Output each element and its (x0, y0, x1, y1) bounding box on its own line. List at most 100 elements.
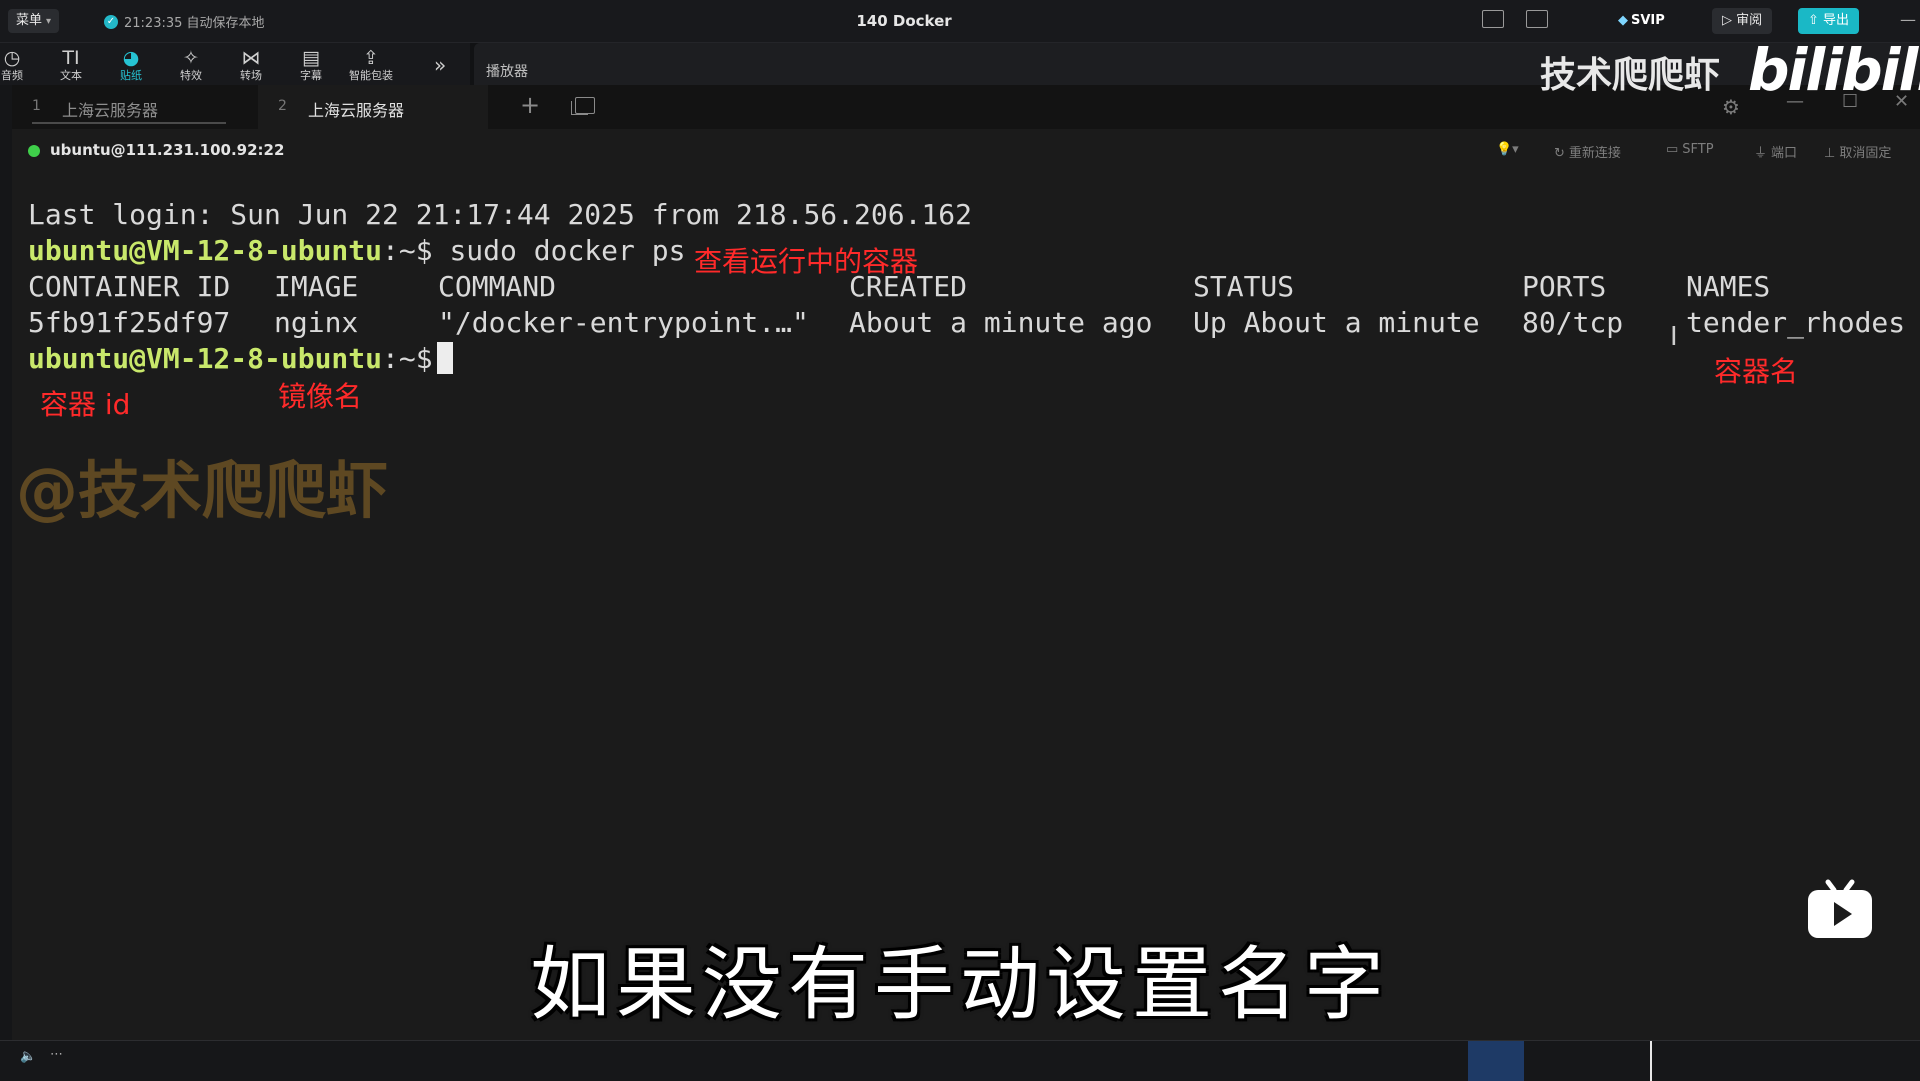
timeline-strip: 🔈 ⋯ (0, 1040, 1920, 1081)
unpin-button[interactable]: ⊥ 取消固定 (1824, 142, 1891, 161)
export-label: 导出 (1823, 13, 1850, 28)
gear-icon[interactable]: ⚙ (1722, 95, 1740, 119)
prompt-tail: :~$ (382, 234, 433, 267)
editor-tool-row: ◷ 音频 TI 文本 ◕ 贴纸 ✧ 特效 ⋈ 转场 ▤ 字幕 ⇪ 智能包装 » (0, 43, 470, 85)
connected-status-icon (28, 145, 40, 157)
svip-badge[interactable]: ◆ SVIP (1610, 9, 1673, 33)
tool-text[interactable]: TI 文本 (47, 47, 95, 83)
annotation-container-id: 容器 id (40, 388, 131, 421)
folder-icon: ▭ (1666, 142, 1679, 157)
timeline-clip[interactable] (1468, 1041, 1524, 1081)
header-container-id: CONTAINER ID (28, 270, 231, 303)
prompt-user: ubuntu@VM-12-8-ubuntu (28, 342, 383, 375)
cell-created: About a minute ago (849, 306, 1153, 339)
cell-image: nginx (274, 306, 359, 339)
prompt-user: ubuntu@VM-12-8-ubuntu (28, 234, 383, 267)
left-panel-strip (0, 85, 12, 1040)
tab-name: 上海云服务器 (308, 101, 405, 120)
lightbulb-icon[interactable]: 💡▾ (1496, 142, 1519, 157)
text-cursor (436, 342, 453, 374)
timeline-playhead[interactable] (1650, 1041, 1652, 1081)
text-icon: TI (62, 47, 80, 69)
annotation-image: 镜像名 (278, 380, 363, 413)
upload-icon: ⇧ (1808, 13, 1824, 28)
tool-caption[interactable]: ▤ 字幕 (287, 47, 335, 83)
header-ports: PORTS (1522, 270, 1607, 303)
add-tab-icon[interactable]: + (520, 91, 540, 119)
tab-underline (32, 122, 226, 124)
tool-transition[interactable]: ⋈ 转场 (227, 47, 275, 83)
more-options-icon[interactable]: ⋯ (50, 1047, 63, 1062)
tool-label: 音频 (1, 69, 23, 82)
tool-label: 文本 (60, 69, 82, 82)
tool-effects[interactable]: ✧ 特效 (167, 47, 215, 83)
window-minimize-button[interactable]: — (1900, 10, 1916, 29)
port-button[interactable]: ⏚ 端口 (1754, 142, 1797, 161)
export-button[interactable]: ⇧ 导出 (1798, 8, 1860, 34)
header-image: IMAGE (274, 270, 359, 303)
subtitle-layout-icon[interactable] (1482, 10, 1504, 28)
tool-label: 字幕 (300, 69, 322, 82)
player-label: 播放器 (486, 64, 528, 80)
more-tools-icon[interactable]: » (434, 53, 446, 77)
port-label: 端口 (1771, 146, 1798, 161)
review-icon: ▷ (1722, 13, 1737, 28)
smart-package-icon: ⇪ (363, 47, 379, 69)
unpin-label: 取消固定 (1839, 146, 1892, 161)
tool-label: 智能包装 (349, 69, 393, 82)
plug-icon: ⏚ (1754, 146, 1768, 161)
diamond-icon: ◆ (1618, 13, 1628, 28)
cell-status: Up About a minute (1193, 306, 1480, 339)
tool-label: 转场 (240, 69, 262, 82)
annotation-command: 查看运行中的容器 (694, 245, 919, 278)
review-label: 审阅 (1736, 13, 1763, 28)
clone-tab-icon[interactable] (571, 97, 595, 115)
transition-icon: ⋈ (241, 47, 261, 69)
terminal-output[interactable]: Last login: Sun Jun 22 21:17:44 2025 fro… (28, 197, 1908, 897)
tool-label: 贴纸 (120, 69, 142, 82)
sftp-button[interactable]: ▭ SFTP (1666, 142, 1714, 157)
reconnect-button[interactable]: ↻ 重新连接 (1554, 142, 1621, 161)
tool-sticker[interactable]: ◕ 贴纸 (107, 47, 155, 83)
sftp-label: SFTP (1682, 142, 1714, 157)
caption-icon: ▤ (302, 47, 320, 69)
tool-audio[interactable]: ◷ 音频 (0, 47, 36, 83)
cell-names: tender_rhodes (1686, 306, 1906, 339)
editor-top-bar: 菜单 ▾ ✓ 21:23:35 自动保存本地 140 Docker ◆ SVIP ▷… (0, 0, 1920, 43)
review-button[interactable]: ▷ 审阅 (1712, 8, 1773, 34)
connection-status-row: ubuntu@111.231.100.92:22 💡▾ ↻ 重新连接 ▭ SFTP … (12, 129, 1920, 171)
annotation-name: 容器名 (1714, 355, 1799, 388)
tool-smart-package[interactable]: ⇪ 智能包装 (347, 47, 395, 83)
cell-ports: 80/tcp (1522, 306, 1624, 339)
terminal-tab-1[interactable]: 1 上海云服务器 (12, 85, 242, 129)
tab-name: 上海云服务器 (62, 101, 159, 120)
sticker-icon: ◕ (122, 47, 140, 69)
cell-container-id: 5fb91f25df97 (28, 306, 231, 339)
prompt-tail: :~$ (382, 342, 433, 375)
tab-number: 2 (278, 98, 287, 114)
last-login-line: Last login: Sun Jun 22 21:17:44 2025 fro… (28, 198, 973, 231)
channel-brand: 技术爬爬虾 (1540, 55, 1721, 96)
pin-icon: ⊥ (1824, 146, 1836, 161)
header-names: NAMES (1686, 270, 1771, 303)
terminal-tab-2[interactable]: 2 上海云服务器 (258, 85, 488, 129)
header-status: STATUS (1193, 270, 1295, 303)
connection-label: ubuntu@111.231.100.92:22 (50, 141, 285, 159)
ibeam-cursor-icon: I (1670, 322, 1678, 352)
refresh-icon: ↻ (1554, 146, 1565, 161)
svip-label: SVIP (1631, 13, 1665, 28)
typed-command: sudo docker ps (432, 234, 686, 267)
bilibili-tv-icon (1808, 879, 1872, 938)
volume-icon[interactable]: 🔈 (20, 1049, 36, 1064)
audio-icon: ◷ (3, 47, 21, 69)
header-command: COMMAND (438, 270, 557, 303)
layout-icon[interactable] (1526, 10, 1548, 28)
cell-command: "/docker-entrypoint.…" (438, 306, 809, 339)
channel-watermark: @技术爬爬虾 (16, 454, 389, 527)
bilibili-logo: bilibili (1748, 36, 1920, 104)
effects-icon: ✧ (183, 47, 199, 69)
command-line: ubuntu@VM-12-8-ubuntu:~$ sudo docker ps (28, 233, 685, 269)
prompt-line: ubuntu@VM-12-8-ubuntu:~$ (28, 341, 453, 377)
tab-number: 1 (32, 98, 41, 114)
video-subtitle: 如果没有手动设置名字 (530, 938, 1390, 1031)
